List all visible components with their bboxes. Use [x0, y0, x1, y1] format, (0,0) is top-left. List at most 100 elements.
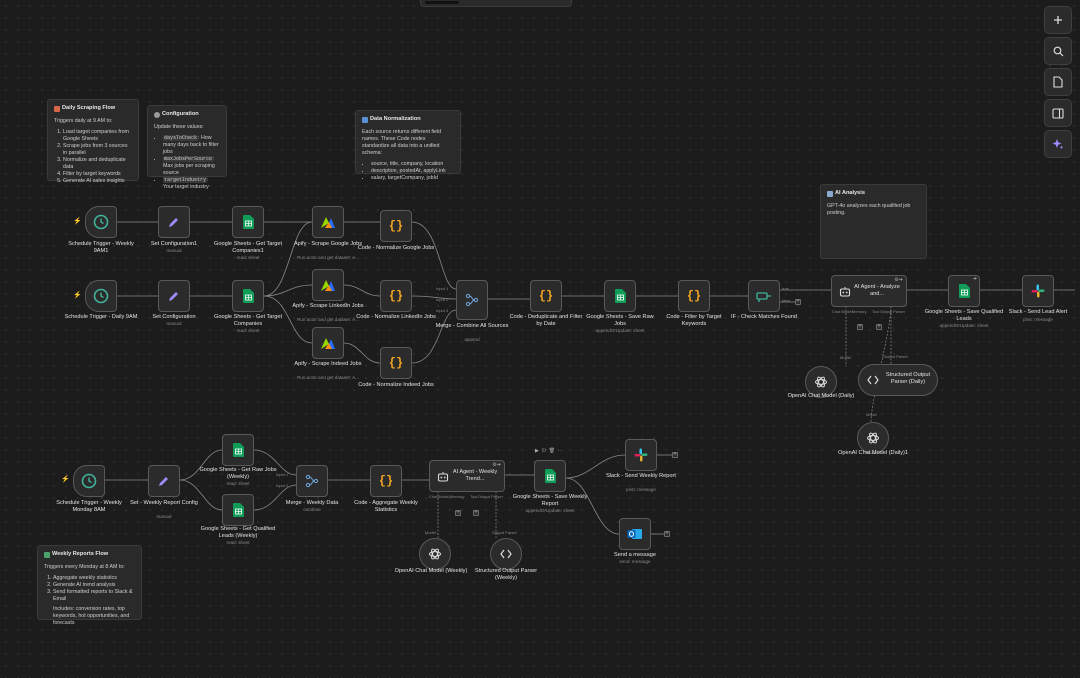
node-if-check-matches[interactable]	[748, 280, 780, 312]
top-toolbar-handle[interactable]	[420, 0, 572, 7]
config-key: daysToCheck	[163, 135, 199, 141]
robot-icon	[437, 472, 449, 482]
sticky-title: AI Analysis	[835, 190, 865, 196]
google-sheets-icon	[232, 443, 244, 457]
port-label: Tool	[470, 494, 478, 499]
sticky-weekly-reports[interactable]: Weekly Reports Flow Triggers every Monda…	[37, 545, 142, 626]
node-gs-save-qualified[interactable]: ➔	[948, 275, 980, 307]
node-gs-get-target-companies1[interactable]	[232, 206, 264, 238]
node-gs-save-weekly-report[interactable]	[534, 460, 566, 492]
trigger-bolt-icon: ⚡	[73, 218, 82, 225]
node-subtitle: append	[464, 337, 480, 342]
node-label: Code - Normalize LinkedIn Jobs	[356, 314, 436, 320]
chart-icon	[44, 551, 50, 558]
sticky-daily-scraping[interactable]: Daily Scraping Flow Triggers daily at 9 …	[47, 99, 139, 184]
clock-icon	[81, 473, 97, 489]
sparkle-icon	[1052, 139, 1064, 150]
node-apify-google-jobs[interactable]	[312, 206, 344, 238]
node-label: OpenAI Chat Model (Daily)	[787, 393, 855, 399]
node-label: Send a message	[614, 552, 656, 558]
add-memory-button[interactable]: +	[455, 510, 461, 516]
sticky-data-normalization[interactable]: Data Normalization Each source returns d…	[355, 110, 461, 181]
node-gs-get-qualified-weekly[interactable]	[222, 494, 254, 526]
node-gs-get-raw-weekly[interactable]	[222, 434, 254, 466]
gear-icon	[154, 111, 160, 118]
list-item: Scrape jobs from 3 sources in parallel	[63, 143, 132, 157]
workflow-canvas[interactable]: Daily Scraping Flow Triggers daily at 9 …	[0, 0, 1080, 678]
node-code-normalize-linkedin[interactable]: {}	[380, 280, 412, 312]
trigger-bolt-icon: ⚡	[73, 292, 82, 299]
node-set-configuration1[interactable]	[158, 206, 190, 238]
node-structured-parser-daily[interactable]: Structured Output Parser (Daily)	[858, 364, 938, 396]
sticky-title: Daily Scraping Flow	[62, 105, 116, 111]
node-code-filter-keywords[interactable]: {}	[678, 280, 710, 312]
list-item: Load target companies from Google Sheets	[63, 129, 132, 143]
robot-icon	[827, 190, 833, 197]
node-code-normalize-google[interactable]: {}	[380, 210, 412, 242]
add-connection-button[interactable]: +	[795, 299, 801, 305]
node-set-weekly-report-config[interactable]	[148, 465, 180, 497]
add-connection-button[interactable]: +	[664, 531, 670, 537]
apify-icon	[321, 280, 335, 291]
node-label: Code - Deduplicate and Filter by Date	[509, 314, 583, 327]
node-slack-send-weekly[interactable]	[625, 439, 657, 471]
chart-icon	[362, 116, 368, 123]
search-button[interactable]	[1044, 37, 1072, 65]
port-label: Output Parser	[880, 309, 905, 314]
node-openai-chat-weekly[interactable]	[419, 538, 451, 570]
node-label: AI Agent - Analyze and...	[854, 284, 900, 297]
sticky-configuration[interactable]: Configuration Update these values: daysT…	[147, 105, 227, 190]
toggle-panel-button[interactable]	[1044, 99, 1072, 127]
add-tool-button[interactable]: +	[876, 324, 882, 330]
list-item: daysToCheck: How many days back to filte…	[163, 135, 220, 156]
node-gs-get-target-companies[interactable]	[232, 280, 264, 312]
sticky-ai-analysis[interactable]: AI Analysis GPT-4o analyzes each qualifi…	[820, 184, 927, 259]
node-ai-agent-weekly-trend[interactable]: AI Agent - Weekly Trend... ⚙➔	[429, 460, 505, 492]
sticky-intro: Update these values:	[154, 124, 204, 130]
port-label: Output Parser	[492, 530, 517, 535]
add-node-button[interactable]	[1044, 6, 1072, 34]
node-merge-weekly-data[interactable]	[296, 465, 328, 497]
sticky-title: Weekly Reports Flow	[52, 551, 109, 557]
node-slack-send-alert[interactable]	[1022, 275, 1054, 307]
node-subtitle: appendOrUpdate: sheet	[595, 328, 645, 333]
node-hover-toolbar[interactable]: ▶⏻🗑⋯	[535, 448, 566, 454]
sticky-title: Data Normalization	[370, 116, 421, 122]
node-apify-indeed-jobs[interactable]	[312, 327, 344, 359]
node-code-deduplicate[interactable]: {}	[530, 280, 562, 312]
port-label: true	[782, 286, 789, 291]
node-label: Google Sheets - Get Raw Jobs (Weekly)	[199, 467, 277, 480]
apify-icon	[321, 217, 335, 228]
ai-assistant-button[interactable]	[1044, 130, 1072, 158]
node-apify-linkedin-jobs[interactable]	[312, 269, 344, 301]
port-label: Tool	[872, 309, 880, 314]
node-schedule-weekly-monday[interactable]	[73, 465, 105, 497]
port-label: false	[782, 298, 791, 303]
list-item: maxJobsPerSource: Max jobs per scraping …	[163, 156, 220, 177]
google-sheets-icon	[232, 503, 244, 517]
templates-button[interactable]	[1044, 68, 1072, 96]
port-label: Output Parser	[883, 354, 908, 359]
port-label: Input 1	[436, 286, 449, 291]
add-tool-button[interactable]: +	[473, 510, 479, 516]
node-send-a-message[interactable]	[619, 518, 651, 550]
node-schedule-daily-9am[interactable]	[85, 280, 117, 312]
node-code-normalize-indeed[interactable]: {}	[380, 347, 412, 379]
node-set-configuration[interactable]	[158, 280, 190, 312]
node-schedule-weekly-9am1[interactable]	[85, 206, 117, 238]
add-connection-button[interactable]: +	[672, 452, 678, 458]
node-gs-save-raw-jobs[interactable]	[604, 280, 636, 312]
node-label: Structured Output Parser (Weekly)	[474, 568, 538, 581]
node-subtitle: send: message	[619, 559, 651, 564]
node-subtitle: read: sheet	[226, 540, 250, 545]
node-structured-parser-weekly[interactable]	[490, 538, 522, 570]
add-memory-button[interactable]: +	[857, 324, 863, 330]
node-subtitle: manual	[166, 321, 182, 326]
port-label: Model	[840, 355, 851, 360]
node-code-aggregate-weekly[interactable]: {}	[370, 465, 402, 497]
node-ai-agent-analyze[interactable]: AI Agent - Analyze and... ⚙➔	[831, 275, 907, 307]
node-label: Code - Normalize Google Jobs	[357, 245, 435, 251]
node-label: Apify - Scrape LinkedIn Jobs	[292, 303, 364, 309]
node-merge-combine-all[interactable]	[456, 280, 488, 320]
node-subtitle: Run actor and get dataset: A...	[296, 375, 360, 380]
